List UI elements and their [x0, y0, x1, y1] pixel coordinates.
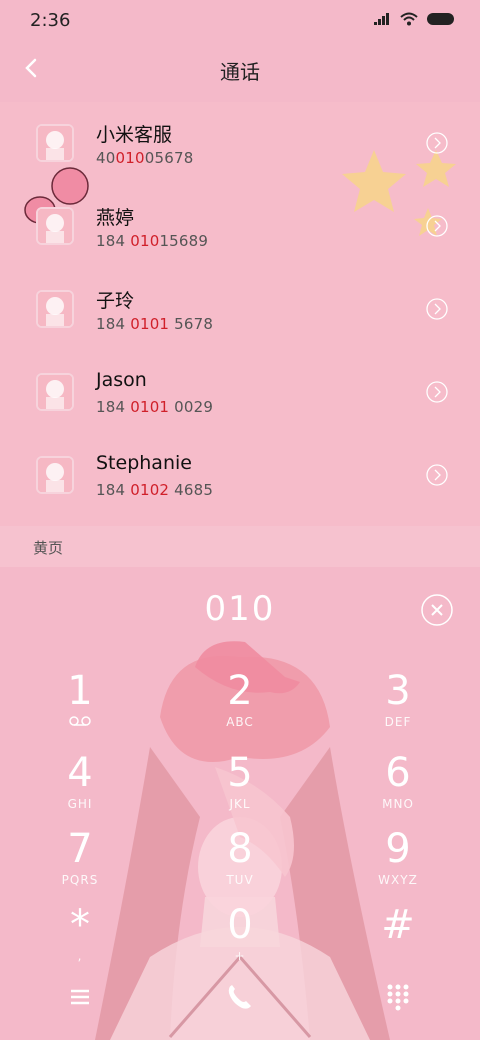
dial-key-1[interactable]: 1 — [20, 671, 140, 741]
number-prefix: 184 — [96, 481, 131, 499]
dial-key-7[interactable]: 7 PQRS — [20, 829, 140, 899]
contact-name: 小米客服 — [96, 124, 173, 146]
dial-key-star[interactable]: * , — [20, 905, 140, 975]
contact-list: 小米客服 4001005678 燕婷 184 01015689 子玲 184 0… — [0, 102, 480, 526]
chevron-right-icon[interactable] — [426, 464, 448, 486]
page-title: 通话 — [220, 60, 260, 84]
header: 通话 — [0, 44, 480, 100]
dial-input[interactable]: 010 — [0, 589, 480, 629]
status-icons — [374, 12, 456, 26]
contact-number: 184 01015689 — [96, 232, 208, 250]
number-prefix: 184 — [96, 398, 131, 416]
chevron-right-icon[interactable] — [426, 215, 448, 237]
avatar — [36, 290, 74, 328]
contact-number: 184 0101 0029 — [96, 398, 213, 416]
status-bar: 2:36 — [0, 0, 480, 44]
avatar — [36, 456, 74, 494]
dial-key-4[interactable]: 4 GHI — [20, 753, 140, 823]
key-letters: WXYZ — [378, 873, 418, 887]
key-letters: PQRS — [61, 873, 99, 887]
contact-row[interactable]: 子玲 184 0101 5678 — [0, 268, 480, 351]
key-digit: 8 — [227, 826, 253, 872]
number-prefix: 40 — [96, 149, 116, 167]
number-prefix: 184 — [96, 232, 131, 250]
contact-row[interactable]: Jason 184 0101 0029 — [0, 351, 480, 434]
number-match: 0102 — [130, 481, 170, 499]
key-digit: * — [70, 902, 90, 948]
key-letters: + — [234, 949, 246, 963]
number-match: 010 — [115, 149, 145, 167]
key-letters: MNO — [382, 797, 414, 811]
key-digit: # — [381, 902, 415, 948]
number-match: 0101 — [130, 398, 170, 416]
contact-number: 184 0102 4685 — [96, 481, 213, 499]
avatar — [36, 124, 74, 162]
number-suffix: 05678 — [144, 149, 194, 167]
key-letters: DEF — [384, 715, 412, 729]
key-digit: 1 — [67, 668, 93, 714]
chevron-right-icon[interactable] — [426, 381, 448, 403]
contact-row[interactable]: 燕婷 184 01015689 — [0, 185, 480, 268]
number-prefix: 184 — [96, 315, 131, 333]
number-match: 0101 — [130, 315, 170, 333]
dial-key-9[interactable]: 9 WXYZ — [338, 829, 458, 899]
menu-icon[interactable] — [68, 985, 92, 1009]
avatar — [36, 207, 74, 245]
contact-number: 184 0101 5678 — [96, 315, 213, 333]
yellow-pages-section[interactable]: 黄页 — [0, 526, 480, 567]
signal-icon — [374, 13, 389, 25]
key-letters: TUV — [226, 873, 254, 887]
dial-key-0[interactable]: 0 + — [180, 905, 300, 975]
clear-icon[interactable] — [420, 593, 454, 627]
dial-key-5[interactable]: 5 JKL — [180, 753, 300, 823]
key-digit: 2 — [227, 668, 253, 714]
number-match: 010 — [130, 232, 160, 250]
dial-key-8[interactable]: 8 TUV — [180, 829, 300, 899]
contact-number: 4001005678 — [96, 149, 193, 167]
contact-name: Stephanie — [96, 452, 192, 474]
number-suffix: 0029 — [169, 398, 214, 416]
call-icon[interactable] — [224, 981, 256, 1013]
battery-icon — [427, 13, 454, 25]
avatar — [36, 373, 74, 411]
dial-key-hash[interactable]: # — [338, 905, 458, 975]
key-letters: GHI — [67, 797, 93, 811]
status-time: 2:36 — [30, 10, 71, 31]
dialer-pad: 010 1 2 ABC 3 DEF 4 GHI 5 JKL 6 MNO 7 PQ… — [0, 567, 480, 1040]
voicemail-icon — [69, 716, 91, 726]
contact-name: Jason — [96, 369, 147, 391]
section-label: 黄页 — [33, 539, 64, 557]
key-digit: 7 — [67, 826, 93, 872]
number-suffix: 5678 — [169, 315, 214, 333]
key-digit: 3 — [385, 668, 411, 714]
contact-row[interactable]: Stephanie 184 0102 4685 — [0, 434, 480, 517]
call-screen-top: 2:36 通话 小米客服 4001005678 燕婷 184 01015689 … — [0, 0, 480, 567]
chevron-right-icon[interactable] — [426, 298, 448, 320]
key-letters: JKL — [229, 797, 251, 811]
key-digit: 6 — [385, 750, 411, 796]
key-digit: 0 — [227, 902, 253, 948]
key-letters: ABC — [226, 715, 254, 729]
key-digit: 4 — [67, 750, 93, 796]
number-suffix: 15689 — [159, 232, 209, 250]
dial-key-2[interactable]: 2 ABC — [180, 671, 300, 741]
chevron-right-icon[interactable] — [426, 132, 448, 154]
key-digit: 9 — [385, 826, 411, 872]
contact-name: 燕婷 — [96, 207, 135, 229]
dialpad-icon[interactable] — [386, 983, 410, 1011]
key-letters: , — [77, 949, 83, 963]
contact-row[interactable]: 小米客服 4001005678 — [0, 102, 480, 185]
dial-key-6[interactable]: 6 MNO — [338, 753, 458, 823]
contact-name: 子玲 — [96, 290, 135, 312]
number-suffix: 4685 — [169, 481, 214, 499]
dial-key-3[interactable]: 3 DEF — [338, 671, 458, 741]
key-digit: 5 — [227, 750, 253, 796]
wifi-icon — [400, 12, 418, 26]
